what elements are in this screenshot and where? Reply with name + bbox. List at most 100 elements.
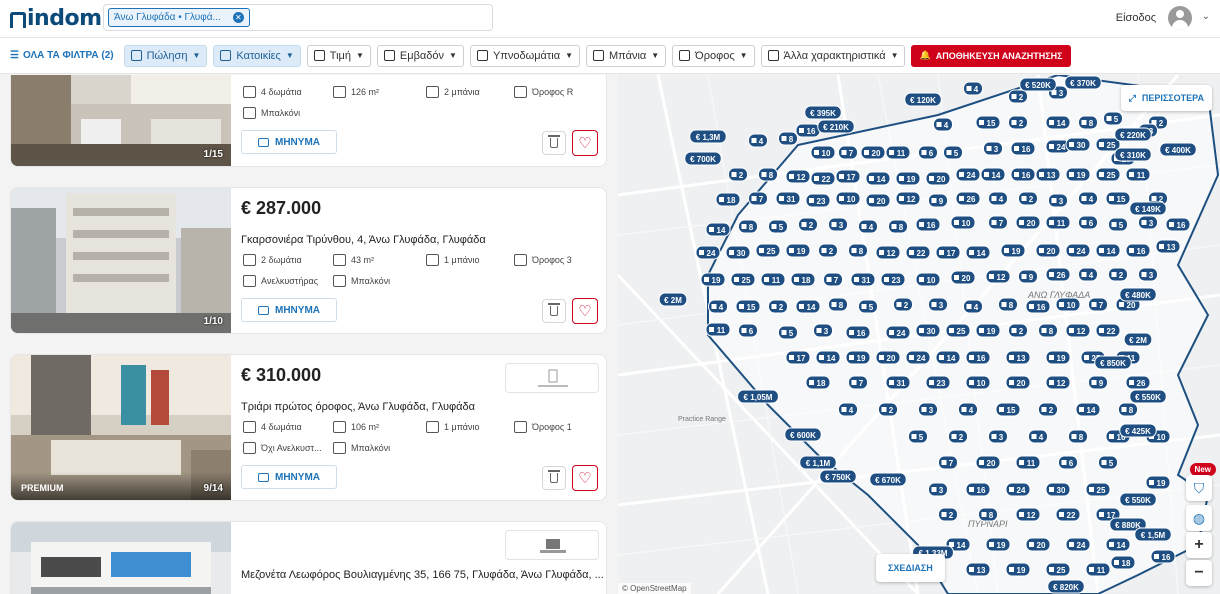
- price-pin[interactable]: € 1,05M: [737, 389, 779, 404]
- chevron-down-icon[interactable]: ⌄: [1202, 11, 1210, 22]
- listing-count-pin[interactable]: 14: [965, 245, 991, 260]
- listing-count-pin[interactable]: 2: [948, 429, 968, 444]
- listing-count-pin[interactable]: 13: [1005, 350, 1031, 365]
- listing-count-pin[interactable]: 15: [975, 115, 1001, 130]
- listing-count-pin[interactable]: 3: [988, 429, 1008, 444]
- listing-count-pin[interactable]: 11: [1015, 455, 1041, 470]
- listing-count-pin[interactable]: 10: [835, 191, 861, 206]
- listing-count-pin[interactable]: 8: [1118, 402, 1138, 417]
- location-chip[interactable]: Άνω Γλυφάδα • Γλυφά... ✕: [108, 8, 250, 27]
- user-avatar-icon[interactable]: [1168, 6, 1192, 30]
- price-pin[interactable]: € 550K: [1119, 492, 1157, 507]
- listing-count-pin[interactable]: 3: [928, 482, 948, 497]
- listing-photo[interactable]: 1/15: [11, 75, 231, 166]
- listing-count-pin[interactable]: 25: [945, 323, 971, 338]
- listing-count-pin[interactable]: 4: [748, 133, 768, 148]
- listing-count-pin[interactable]: 30: [915, 323, 941, 338]
- hide-listing-button[interactable]: [542, 299, 566, 323]
- listing-count-pin[interactable]: 26: [1045, 267, 1071, 282]
- price-pin[interactable]: € 480K: [1119, 287, 1157, 302]
- listing-count-pin[interactable]: 20: [1025, 537, 1051, 552]
- listing-count-pin[interactable]: 11: [1045, 215, 1071, 230]
- listing-count-pin[interactable]: 12: [1065, 323, 1091, 338]
- listing-count-pin[interactable]: 14: [1095, 243, 1121, 258]
- more-button[interactable]: ⤢ ΠΕΡΙΣΣΟΤΕΡΑ: [1120, 85, 1212, 111]
- listing-count-pin[interactable]: 25: [1085, 482, 1111, 497]
- listing-count-pin[interactable]: 9: [1088, 375, 1108, 390]
- listing-count-pin[interactable]: 2: [1008, 115, 1028, 130]
- agency-logo[interactable]: [505, 363, 599, 393]
- listing-count-pin[interactable]: 19: [1005, 562, 1031, 577]
- listing-count-pin[interactable]: 2: [1018, 191, 1038, 206]
- listing-count-pin[interactable]: 20: [925, 171, 951, 186]
- listing-count-pin[interactable]: 3: [983, 141, 1003, 156]
- listing-count-pin[interactable]: 7: [938, 455, 958, 470]
- listing-count-pin[interactable]: 13: [1155, 239, 1181, 254]
- listing-count-pin[interactable]: 12: [1015, 507, 1041, 522]
- price-pin[interactable]: € 395K: [804, 105, 842, 120]
- listing-count-pin[interactable]: 8: [778, 131, 798, 146]
- search-input[interactable]: Άνω Γλυφάδα • Γλυφά... ✕: [103, 4, 493, 31]
- listing-count-pin[interactable]: 16: [1125, 243, 1151, 258]
- price-filter[interactable]: Τιμή ▼: [306, 44, 371, 67]
- listing-count-pin[interactable]: 3: [1048, 193, 1068, 208]
- listing-count-pin[interactable]: 20: [1035, 243, 1061, 258]
- listing-count-pin[interactable]: 5: [778, 325, 798, 340]
- price-pin[interactable]: € 210K: [817, 119, 855, 134]
- listing-count-pin[interactable]: 7: [848, 375, 868, 390]
- listing-count-pin[interactable]: 24: [905, 350, 931, 365]
- listing-count-pin[interactable]: 2: [1008, 323, 1028, 338]
- login-link[interactable]: Είσοδος: [1116, 12, 1156, 24]
- listing-count-pin[interactable]: 6: [1078, 215, 1098, 230]
- price-pin[interactable]: € 850K: [1094, 355, 1132, 370]
- listing-count-pin[interactable]: 18: [715, 192, 741, 207]
- listing-count-pin[interactable]: 2: [798, 217, 818, 232]
- listing-count-pin[interactable]: 12: [1045, 375, 1071, 390]
- listing-count-pin[interactable]: 4: [1028, 429, 1048, 444]
- map-panel[interactable]: ΑΝΩ ΓΛΥΦΑΔΑ ΠΥΡΝΑΡΙ Practice Range 42341…: [618, 75, 1220, 594]
- listing-count-pin[interactable]: 8: [998, 297, 1018, 312]
- listing-count-pin[interactable]: 22: [1055, 507, 1081, 522]
- listing-count-pin[interactable]: 14: [1105, 537, 1131, 552]
- price-pin[interactable]: € 520K: [1019, 77, 1057, 92]
- listing-count-pin[interactable]: 7: [838, 145, 858, 160]
- listing-count-pin[interactable]: 4: [933, 117, 953, 132]
- price-pin[interactable]: € 600K: [784, 427, 822, 442]
- listing-count-pin[interactable]: 3: [828, 217, 848, 232]
- listing-count-pin[interactable]: 7: [823, 272, 843, 287]
- listing-count-pin[interactable]: 3: [928, 297, 948, 312]
- listing-count-pin[interactable]: 18: [1110, 555, 1136, 570]
- listing-count-pin[interactable]: 6: [1058, 455, 1078, 470]
- listing-count-pin[interactable]: 4: [1078, 191, 1098, 206]
- listing-count-pin[interactable]: 13: [1035, 167, 1061, 182]
- price-pin[interactable]: € 670K: [869, 472, 907, 487]
- listing-count-pin[interactable]: 23: [925, 375, 951, 390]
- listing-count-pin[interactable]: 10: [965, 375, 991, 390]
- listing-count-pin[interactable]: 20: [975, 455, 1001, 470]
- listing-photo[interactable]: [11, 522, 231, 594]
- listing-count-pin[interactable]: 8: [888, 219, 908, 234]
- bathrooms-filter[interactable]: Μπάνια ▼: [585, 44, 667, 67]
- listing-count-pin[interactable]: 14: [865, 171, 891, 186]
- price-pin[interactable]: € 425K: [1119, 423, 1157, 438]
- listing-count-pin[interactable]: 26: [955, 191, 981, 206]
- message-button[interactable]: ΜΗΝΥΜΑ: [241, 298, 337, 322]
- listing-count-pin[interactable]: 25: [1045, 562, 1071, 577]
- price-pin[interactable]: € 2M: [658, 292, 688, 307]
- homes-filter[interactable]: Κατοικίες ▼: [213, 44, 301, 67]
- listing-count-pin[interactable]: 14: [1075, 402, 1101, 417]
- listing-count-pin[interactable]: 22: [810, 171, 836, 186]
- listing-title[interactable]: Τριάρι πρώτος όροφος, Άνω Γλυφάδα, Γλυφά…: [241, 401, 475, 413]
- listing-count-pin[interactable]: 4: [963, 299, 983, 314]
- listing-count-pin[interactable]: 10: [1055, 297, 1081, 312]
- draw-button[interactable]: ΣΧΕΔΙΑΣΗ: [876, 554, 945, 582]
- listing-count-pin[interactable]: 16: [795, 123, 821, 138]
- hide-listing-button[interactable]: [542, 466, 566, 490]
- listing-count-pin[interactable]: 7: [988, 215, 1008, 230]
- price-pin[interactable]: € 820K: [1047, 579, 1085, 594]
- listing-count-pin[interactable]: 19: [1000, 243, 1026, 258]
- listing-count-pin[interactable]: 17: [835, 169, 861, 184]
- listing-count-pin[interactable]: 2: [1108, 267, 1128, 282]
- listing-count-pin[interactable]: 31: [885, 375, 911, 390]
- listing-count-pin[interactable]: 20: [865, 193, 891, 208]
